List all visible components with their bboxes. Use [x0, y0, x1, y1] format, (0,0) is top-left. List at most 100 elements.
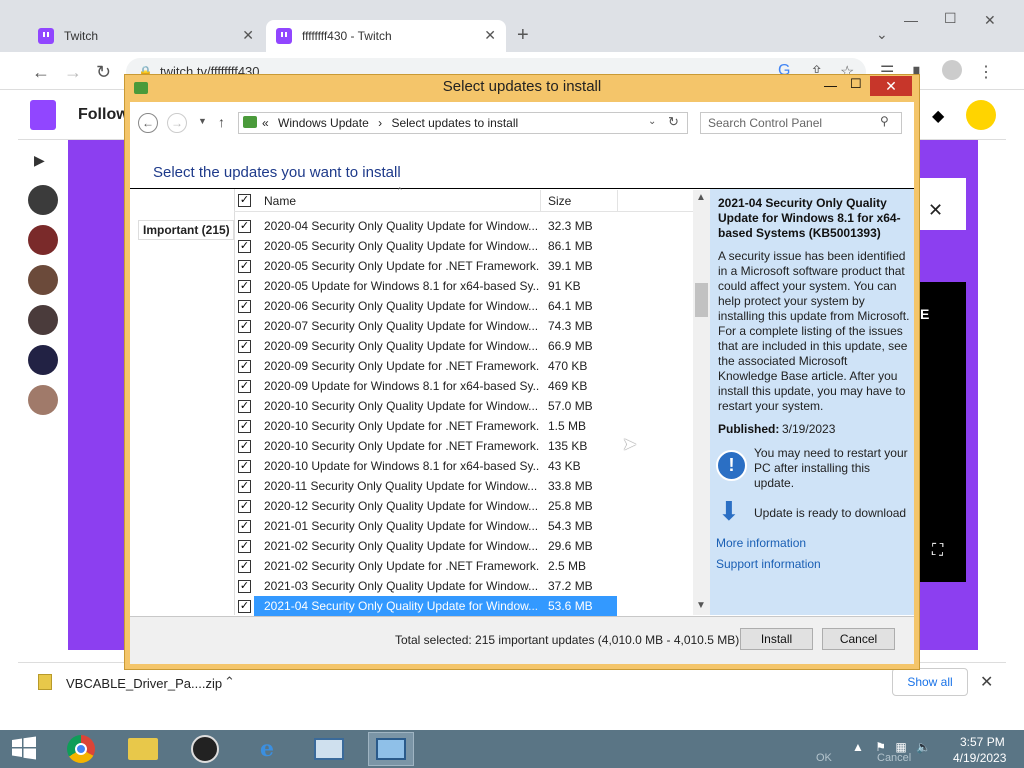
prime-icon[interactable]: ◆ — [932, 106, 944, 126]
table-row[interactable]: ✓ 2020-05 Update for Windows 8.1 for x64-… — [234, 276, 693, 296]
table-row[interactable]: ✓ 2020-05 Security Only Update for .NET F… — [234, 256, 693, 276]
channel-avatar[interactable] — [28, 265, 58, 295]
chevron-down-icon[interactable]: ⌄ — [648, 116, 656, 127]
twitch-logo-icon[interactable] — [30, 100, 56, 130]
select-all-checkbox[interactable]: ✓ — [238, 194, 251, 207]
taskbar-control-panel[interactable] — [368, 732, 414, 766]
user-avatar[interactable] — [966, 100, 996, 130]
minimize-icon[interactable]: — — [824, 78, 837, 93]
channel-avatar[interactable] — [28, 305, 58, 335]
table-row[interactable]: ✓ 2020-09 Security Only Update for .NET F… — [234, 356, 693, 376]
table-row[interactable]: ✓ 2021-02 Security Only Quality Update fo… — [234, 536, 693, 556]
update-checkbox[interactable]: ✓ — [238, 420, 251, 433]
flag-icon[interactable]: ⚑ — [875, 740, 886, 754]
breadcrumb[interactable]: « Windows Update › Select updates to ins… — [262, 116, 518, 130]
channel-avatar[interactable] — [28, 345, 58, 375]
update-checkbox[interactable]: ✓ — [238, 460, 251, 473]
scroll-up-icon[interactable]: ▲ — [696, 192, 706, 203]
fullscreen-icon[interactable]: ⛶ — [932, 542, 943, 560]
update-checkbox[interactable]: ✓ — [238, 340, 251, 353]
table-row[interactable]: ✓ 2020-05 Security Only Quality Update fo… — [234, 236, 693, 256]
update-checkbox[interactable]: ✓ — [238, 560, 251, 573]
table-row[interactable]: ✓ 2021-04 Security Only Quality Update fo… — [234, 596, 693, 616]
network-icon[interactable]: ▦ — [895, 740, 906, 754]
support-information-link[interactable]: Support information — [716, 557, 821, 571]
close-icon[interactable]: ✕ — [928, 200, 943, 221]
tab-search-icon[interactable]: ⌄ — [876, 26, 888, 43]
update-checkbox[interactable]: ✓ — [238, 280, 251, 293]
menu-icon[interactable]: ⋮ — [978, 62, 994, 82]
forward-icon[interactable]: → — [167, 113, 187, 133]
taskbar-remote-desktop[interactable] — [306, 732, 352, 766]
table-row[interactable]: ✓ 2020-09 Security Only Quality Update fo… — [234, 336, 693, 356]
back-icon[interactable]: ← — [32, 62, 50, 83]
update-checkbox[interactable]: ✓ — [238, 440, 251, 453]
update-checkbox[interactable]: ✓ — [238, 300, 251, 313]
show-hidden-icon[interactable]: ▲ — [852, 740, 864, 754]
table-row[interactable]: ✓ 2020-09 Update for Windows 8.1 for x64-… — [234, 376, 693, 396]
tab-channel[interactable]: ffffffff430 - Twitch ✕ — [266, 20, 506, 52]
chevron-up-icon[interactable]: ⌃ — [224, 674, 235, 690]
maximize-icon[interactable]: ☐ — [850, 76, 862, 92]
table-row[interactable]: ✓ 2020-10 Update for Windows 8.1 for x64-… — [234, 456, 693, 476]
scrollbar-thumb[interactable] — [695, 283, 708, 317]
table-row[interactable]: ✓ 2020-04 Security Only Quality Update fo… — [234, 216, 693, 236]
recent-pages-icon[interactable]: ▼ — [198, 116, 207, 126]
scrollbar[interactable] — [693, 190, 710, 615]
update-checkbox[interactable]: ✓ — [238, 360, 251, 373]
update-checkbox[interactable]: ✓ — [238, 220, 251, 233]
breadcrumb-windows-update[interactable]: Windows Update — [278, 116, 369, 130]
new-tab-button[interactable]: + — [517, 24, 529, 47]
update-checkbox[interactable]: ✓ — [238, 580, 251, 593]
video-camera-icon[interactable]: ▶ — [34, 152, 45, 169]
profile-icon[interactable] — [942, 60, 962, 80]
update-checkbox[interactable]: ✓ — [238, 500, 251, 513]
taskbar-internet-explorer[interactable]: e — [244, 732, 290, 766]
column-size[interactable]: Size — [548, 194, 571, 208]
tab-twitch[interactable]: Twitch ✕ — [28, 20, 264, 52]
table-row[interactable]: ✓ 2020-12 Security Only Quality Update fo… — [234, 496, 693, 516]
column-divider[interactable] — [617, 190, 618, 212]
close-button[interactable]: ✕ — [870, 76, 912, 96]
breadcrumb-select-updates[interactable]: Select updates to install — [391, 116, 518, 130]
start-button[interactable] — [10, 736, 38, 760]
download-filename[interactable]: VBCABLE_Driver_Pa....zip — [66, 676, 222, 691]
channel-avatar[interactable] — [28, 385, 58, 415]
breadcrumb-overflow[interactable]: « — [262, 116, 269, 130]
channel-avatar[interactable] — [28, 225, 58, 255]
refresh-icon[interactable]: ↻ — [668, 114, 679, 130]
clock-time[interactable]: 3:57 PM — [960, 735, 1005, 749]
taskbar-chrome[interactable] — [58, 732, 104, 766]
update-checkbox[interactable]: ✓ — [238, 380, 251, 393]
table-row[interactable]: ✓ 2021-01 Security Only Quality Update fo… — [234, 516, 693, 536]
channel-avatar[interactable] — [28, 185, 58, 215]
update-checkbox[interactable]: ✓ — [238, 600, 251, 613]
forward-icon[interactable]: → — [64, 62, 82, 83]
table-row[interactable]: ✓ 2020-10 Security Only Quality Update fo… — [234, 396, 693, 416]
category-important[interactable]: Important (215) — [138, 220, 234, 240]
back-icon[interactable]: ← — [138, 113, 158, 133]
up-icon[interactable]: ↑ — [218, 114, 225, 130]
table-row[interactable]: ✓ 2020-07 Security Only Quality Update fo… — [234, 316, 693, 336]
tab-close-icon[interactable]: ✕ — [242, 27, 254, 44]
column-name[interactable]: Name — [264, 194, 296, 208]
update-checkbox[interactable]: ✓ — [238, 400, 251, 413]
table-row[interactable]: ✓ 2020-11 Security Only Quality Update fo… — [234, 476, 693, 496]
update-checkbox[interactable]: ✓ — [238, 240, 251, 253]
clock-date[interactable]: 4/19/2023 — [953, 751, 1006, 765]
more-information-link[interactable]: More information — [716, 536, 806, 550]
maximize-icon[interactable]: ☐ — [944, 10, 957, 27]
minimize-icon[interactable]: — — [904, 12, 918, 28]
update-checkbox[interactable]: ✓ — [238, 520, 251, 533]
install-button[interactable]: Install — [740, 628, 813, 650]
update-checkbox[interactable]: ✓ — [238, 540, 251, 553]
table-row[interactable]: ✓ 2021-03 Security Only Quality Update fo… — [234, 576, 693, 596]
table-row[interactable]: ✓ 2020-10 Security Only Update for .NET F… — [234, 416, 693, 436]
show-all-button[interactable]: Show all — [892, 668, 968, 696]
close-icon[interactable]: ✕ — [980, 672, 993, 692]
volume-icon[interactable]: 🔈 — [916, 740, 931, 754]
taskbar-file-explorer[interactable] — [120, 732, 166, 766]
taskbar-obs[interactable] — [182, 732, 228, 766]
reload-icon[interactable]: ↻ — [96, 62, 111, 83]
column-divider[interactable] — [540, 190, 541, 212]
